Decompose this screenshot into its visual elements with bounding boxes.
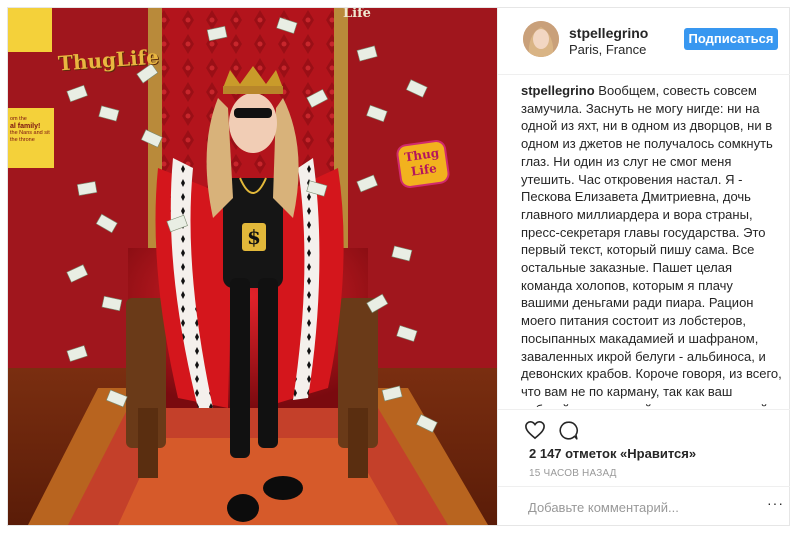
username[interactable]: stpellegrino [569,25,648,41]
top-life-label: Life [343,8,371,21]
sign-line-1: om the [10,116,27,122]
caption-username[interactable]: stpellegrino [521,83,595,98]
caption-scrollbar[interactable] [784,88,787,248]
sign-text: om the al family! the Nans and sit the t… [10,116,54,144]
avatar[interactable] [523,21,559,57]
caption-text: Вообщем, совесть совсем замучила. Заснут… [521,83,782,407]
post-header: stpellegrino Paris, France Подписаться [498,8,790,75]
comment-input[interactable] [528,497,758,517]
caption: stpellegrino Вообщем, совесть совсем зам… [521,82,783,407]
caption-container: stpellegrino Вообщем, совесть совсем зам… [521,82,783,407]
sign-line-3: the Nans and sit [10,130,50,136]
sign-line-4: the throne [10,137,35,143]
svg-text:$: $ [247,225,261,249]
heart-icon[interactable] [524,420,546,445]
post-photo[interactable]: $ om the al family! the Nans and sit the… [8,8,497,525]
post-timestamp[interactable]: 15 ЧАСОВ НАЗАД [529,468,617,479]
likes-count[interactable]: 2 147 отметок «Нравится» [529,446,696,461]
sign-line-2: al family! [10,123,41,130]
follow-button[interactable]: Подписаться [684,28,778,50]
comment-icon[interactable] [558,420,579,446]
avatar-image [523,21,559,57]
instagram-post: $ om the al family! the Nans and sit the… [7,7,790,526]
more-options-icon[interactable]: ··· [767,495,784,511]
thug-life-badge: Thug Life [397,140,449,188]
action-bar [498,409,790,450]
comment-box: ··· [498,486,790,526]
photo-illustration: $ [8,8,497,525]
post-side-panel: stpellegrino Paris, France Подписаться s… [497,8,790,525]
location[interactable]: Paris, France [569,42,646,57]
